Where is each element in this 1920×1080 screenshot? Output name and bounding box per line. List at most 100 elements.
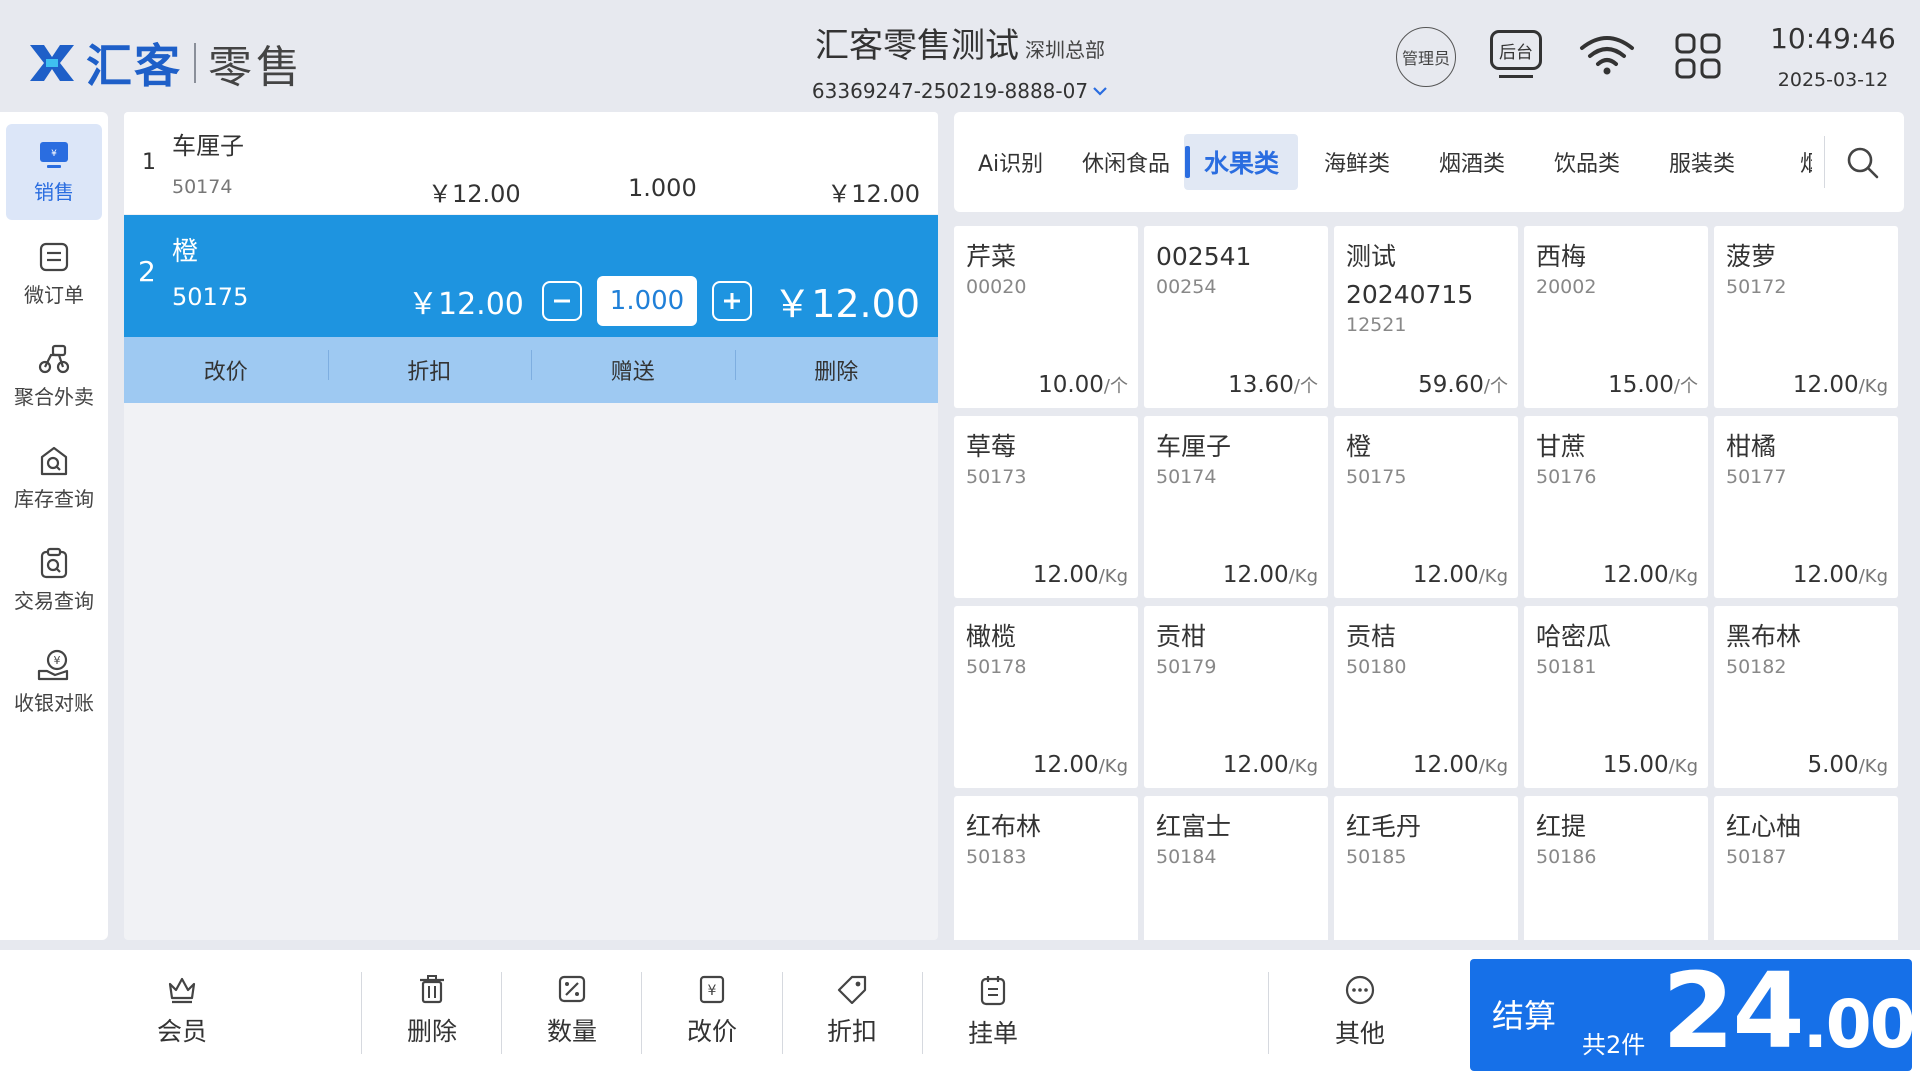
quantity-icon [558,975,586,1003]
current-time: 10:49:46 [1770,22,1896,55]
product-name: 红心柚 [1726,812,1802,841]
product-card[interactable]: 红心柚 50187 [1714,796,1898,940]
logo-divider [194,43,196,83]
delete-button[interactable]: 删除 [362,974,502,1048]
product-card[interactable]: 贡柑 50179 12.00/Kg [1144,606,1328,788]
store-name: 汇客零售测试 [815,26,1019,66]
member-button[interactable]: 会员 [112,974,252,1048]
product-name: 草莓 [966,432,1017,461]
checkout-total: 24.00 [1662,959,1916,1077]
sidebar: ¥ 销售 微订单 聚合外卖 库存查询 交易查询 ¥ 收银对账 [0,112,108,940]
product-card[interactable]: 贡桔 50180 12.00/Kg [1334,606,1518,788]
product-card[interactable]: 菠萝 50172 12.00/Kg [1714,226,1898,408]
sidebar-item-label: 聚合外卖 [14,384,94,409]
discount-toolbar-button[interactable]: 折扣 [782,974,922,1048]
product-price: 15.00/个 [1608,372,1698,398]
product-card[interactable]: 橙 50175 12.00/Kg [1334,416,1518,598]
product-card[interactable]: 车厘子 50174 12.00/Kg [1144,416,1328,598]
delete-item-button[interactable]: 删除 [734,350,939,386]
quantity-input[interactable]: 1.000 [597,276,697,326]
product-code: 50180 [1346,656,1407,678]
other-button[interactable]: 其他 [1290,974,1430,1050]
category-tab-snacks[interactable]: 休闲食品 [1082,146,1170,178]
store-branch: 深圳总部 [1025,38,1105,62]
sidebar-item-delivery[interactable]: 聚合外卖 [6,328,102,424]
product-name: 红毛丹 [1346,812,1422,841]
category-tab-ai[interactable]: Ai识别 [978,146,1043,178]
product-code: 50176 [1536,466,1597,488]
price-unit: /Kg [1098,756,1128,777]
product-card[interactable]: 黑布林 50182 5.00/Kg [1714,606,1898,788]
price-unit: /Kg [1288,566,1318,587]
cart-item-qty: 1.000 [628,174,697,202]
cart-item-index: 2 [138,255,156,288]
price-value: 5.00 [1807,752,1859,778]
price-unit: /Kg [1858,566,1888,587]
category-tab-drinks[interactable]: 饮品类 [1554,146,1620,178]
more-icon [1345,975,1375,1005]
product-card[interactable]: 芹菜 00020 10.00/个 [954,226,1138,408]
discount-button[interactable]: 折扣 [327,350,532,386]
apps-grid-icon[interactable] [1674,32,1722,80]
hold-order-label: 挂单 [967,1019,1018,1048]
search-icon[interactable] [1846,146,1880,180]
product-card[interactable]: 橄榄 50178 12.00/Kg [954,606,1138,788]
product-name: 菠萝 [1726,242,1777,271]
cart-item[interactable]: 1 车厘子 50174 ￥12.00 1.000 ￥12.00 [124,112,938,214]
price-value: 12.00 [1032,562,1099,588]
product-card[interactable]: 甘蔗 50176 12.00/Kg [1524,416,1708,598]
sidebar-item-transactions[interactable]: 交易查询 [6,532,102,628]
product-code: 20002 [1536,276,1597,298]
backend-button[interactable]: 后台 [1490,30,1542,80]
monitor-stand [1499,75,1533,78]
product-code: 50184 [1156,846,1217,868]
price-value: 15.00 [1602,752,1669,778]
store-id-dropdown[interactable]: 63369247-250219-8888-07 [812,79,1108,103]
product-card[interactable]: 002541 00254 13.60/个 [1144,226,1328,408]
product-code: 50186 [1536,846,1597,868]
product-card[interactable]: 红提 50186 [1524,796,1708,940]
price-value: 12.00 [1032,752,1099,778]
member-label: 会员 [156,1017,207,1046]
change-price-toolbar-button[interactable]: ¥ 改价 [642,974,782,1048]
product-card[interactable]: 西梅 20002 15.00/个 [1524,226,1708,408]
category-tab-clothing[interactable]: 服装类 [1669,146,1735,178]
wifi-icon[interactable] [1578,34,1636,76]
checkout-button[interactable]: 结算 共2件 24.00 [1470,959,1916,1071]
product-card[interactable]: 红布林 50183 [954,796,1138,940]
change-price-button[interactable]: 改价 [124,354,328,386]
cart-item-selected[interactable]: 2 橙 50175 ￥12.00 1.000 ￥12.00 [124,215,938,337]
price-value: 12.00 [1792,372,1859,398]
price-value: 12.00 [1222,752,1289,778]
sidebar-item-micro-order[interactable]: 微订单 [6,226,102,322]
sidebar-item-sales[interactable]: ¥ 销售 [6,124,102,220]
increase-qty-button[interactable] [712,281,752,321]
product-card[interactable]: 哈密瓜 50181 15.00/Kg [1524,606,1708,788]
product-card[interactable]: 红毛丹 50185 [1334,796,1518,940]
total-integer: 24 [1662,950,1805,1072]
sidebar-item-reconcile[interactable]: ¥ 收银对账 [6,634,102,730]
price-unit: /个 [1293,376,1318,397]
product-name: 零售 [208,42,304,93]
quantity-button[interactable]: 数量 [502,974,642,1048]
product-price: 12.00/Kg [1793,562,1888,588]
category-tab-tobacco-alcohol[interactable]: 烟酒类 [1439,146,1505,178]
price-value: 10.00 [1038,372,1104,398]
gift-button[interactable]: 赠送 [531,350,735,386]
store-selector[interactable]: 汇客零售测试 深圳总部 63369247-250219-8888-07 [700,18,1220,103]
sidebar-item-inventory[interactable]: 库存查询 [6,430,102,526]
admin-avatar[interactable]: 管理员 [1396,27,1456,87]
category-tab-seafood[interactable]: 海鲜类 [1324,146,1390,178]
product-card[interactable]: 草莓 50173 12.00/Kg [954,416,1138,598]
cart-item-code: 50174 [172,176,233,198]
product-code: 50177 [1726,466,1787,488]
plus-icon [724,293,740,309]
product-card[interactable]: 测试20240715 12521 59.60/个 [1334,226,1518,408]
product-card[interactable]: 红富士 50184 [1144,796,1328,940]
category-tab-fruit[interactable]: 水果类 [1204,144,1279,180]
hold-order-button[interactable]: 挂单 [923,974,1063,1050]
inventory-icon [40,446,68,475]
category-tab-cut[interactable]: 烟 [1800,146,1812,178]
decrease-qty-button[interactable] [542,281,582,321]
product-card[interactable]: 柑橘 50177 12.00/Kg [1714,416,1898,598]
